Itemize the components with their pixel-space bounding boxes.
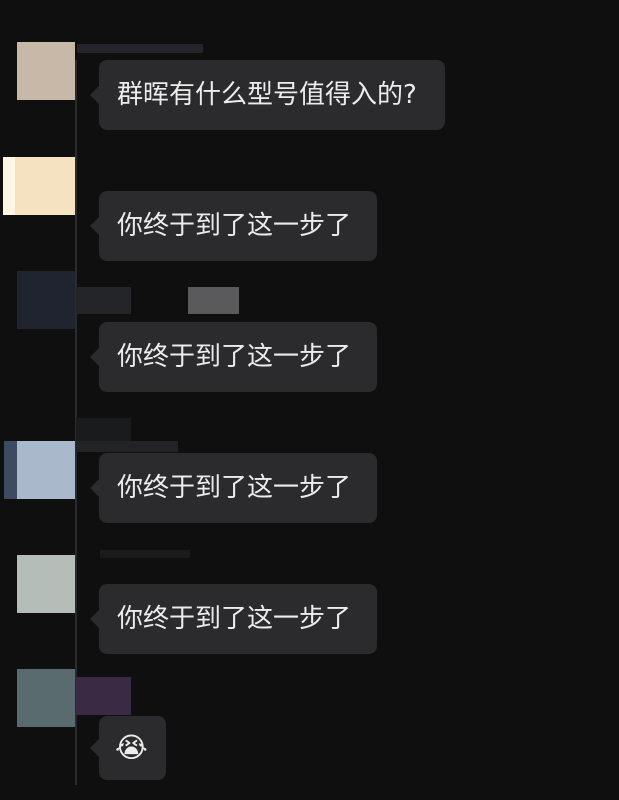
message-bubble[interactable]: 😭 — [90, 716, 166, 780]
username-redacted — [77, 44, 203, 53]
username-redacted — [188, 287, 239, 314]
avatar[interactable] — [17, 271, 75, 329]
message-text: 你终于到了这一步了 — [117, 473, 352, 503]
message-text: 你终于到了这一步了 — [117, 211, 352, 241]
avatar[interactable] — [17, 669, 75, 727]
username-redacted — [76, 418, 131, 442]
message-bubble[interactable]: 群晖有什么型号值得入的? — [90, 60, 445, 130]
username-redacted — [76, 677, 131, 715]
crying-laughing-emoji: 😭 — [115, 731, 148, 764]
username-redacted — [76, 441, 178, 452]
message-bubble[interactable]: 你终于到了这一步了 — [90, 191, 377, 261]
message-text: 你终于到了这一步了 — [117, 342, 352, 372]
message-text: 群晖有什么型号值得入的? — [117, 80, 417, 110]
username-redacted — [100, 550, 190, 558]
message-bubble[interactable]: 你终于到了这一步了 — [90, 584, 377, 654]
avatar[interactable] — [3, 157, 75, 215]
avatar[interactable] — [17, 555, 75, 613]
avatar[interactable] — [17, 42, 75, 100]
message-bubble[interactable]: 你终于到了这一步了 — [90, 322, 377, 392]
avatar[interactable] — [4, 441, 75, 499]
message-text: 你终于到了这一步了 — [117, 604, 352, 634]
message-bubble[interactable]: 你终于到了这一步了 — [90, 453, 377, 523]
username-redacted — [76, 287, 131, 314]
